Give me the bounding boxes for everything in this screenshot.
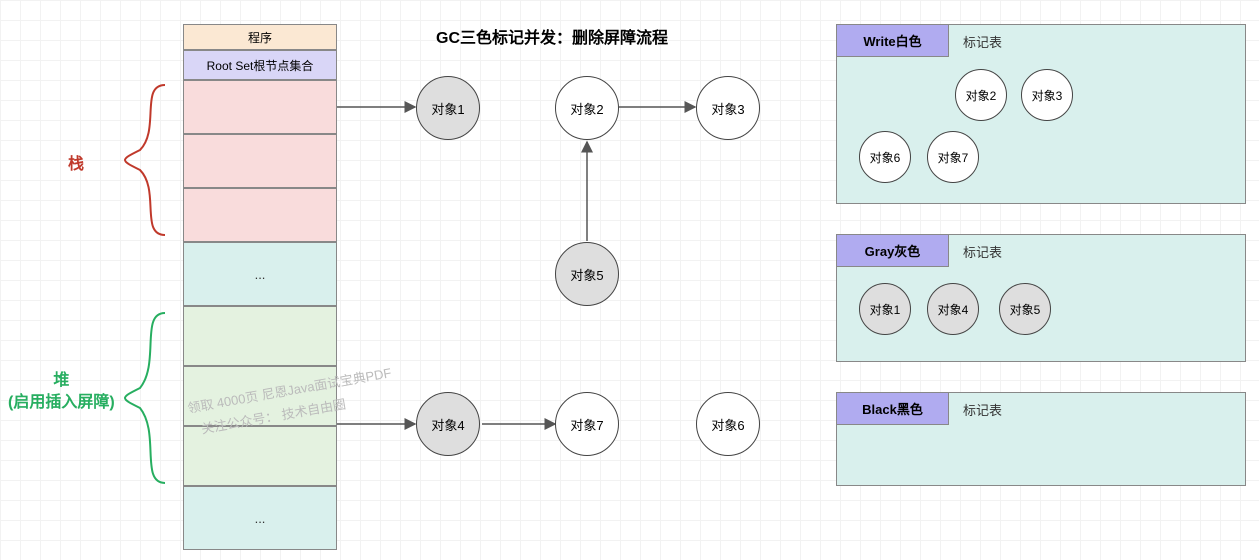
gray-item-5: 对象5 xyxy=(999,283,1051,335)
gray-sub: 标记表 xyxy=(949,242,1002,261)
node-7: 对象7 xyxy=(555,392,619,456)
node-1: 对象1 xyxy=(416,76,480,140)
node-3: 对象3 xyxy=(696,76,760,140)
white-item-6: 对象6 xyxy=(859,131,911,183)
gray-item-1: 对象1 xyxy=(859,283,911,335)
white-item-2: 对象2 xyxy=(955,69,1007,121)
node-2: 对象2 xyxy=(555,76,619,140)
white-sub: 标记表 xyxy=(949,32,1002,51)
gray-title: Gray灰色 xyxy=(837,235,949,267)
white-title: Write白色 xyxy=(837,25,949,57)
white-table: Write白色 标记表 对象2 对象3 对象6 对象7 xyxy=(836,24,1246,204)
node-5: 对象5 xyxy=(555,242,619,306)
node-6: 对象6 xyxy=(696,392,760,456)
white-item-3: 对象3 xyxy=(1021,69,1073,121)
gray-item-4: 对象4 xyxy=(927,283,979,335)
black-sub: 标记表 xyxy=(949,400,1002,419)
node-4: 对象4 xyxy=(416,392,480,456)
white-item-7: 对象7 xyxy=(927,131,979,183)
gray-table: Gray灰色 标记表 对象1 对象4 对象5 xyxy=(836,234,1246,362)
black-title: Black黑色 xyxy=(837,393,949,425)
black-table: Black黑色 标记表 xyxy=(836,392,1246,486)
